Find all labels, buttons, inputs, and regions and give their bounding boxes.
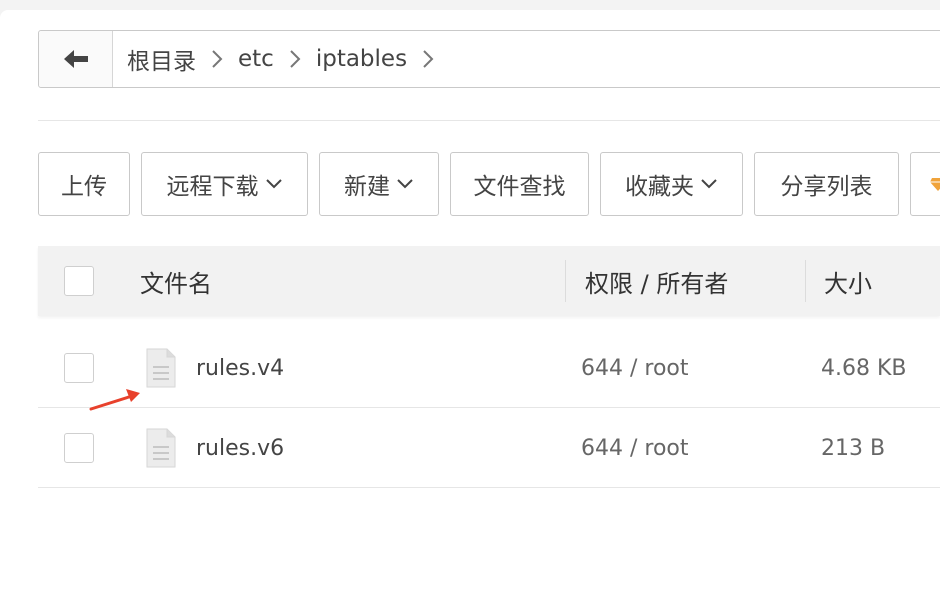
- favorites-button[interactable]: 收藏夹: [600, 152, 743, 216]
- breadcrumb: 根目录 etc iptables: [38, 30, 940, 88]
- file-name[interactable]: rules.v6: [196, 408, 284, 488]
- breadcrumb-item-iptables[interactable]: iptables: [316, 46, 407, 72]
- row-checkbox[interactable]: [64, 433, 94, 463]
- row-checkbox[interactable]: [64, 353, 94, 383]
- file-size: 213 B: [821, 435, 886, 461]
- file-permission: 644 / root: [581, 435, 689, 461]
- chevron-right-icon: [196, 49, 238, 69]
- annotation-arrow-icon: [89, 389, 140, 411]
- chevron-down-icon: [396, 178, 414, 190]
- back-button[interactable]: [39, 31, 113, 87]
- chevron-down-icon: [265, 178, 283, 190]
- chevron-down-icon: [700, 178, 718, 190]
- pro-button[interactable]: [910, 152, 940, 216]
- file-name[interactable]: rules.v4: [196, 328, 284, 408]
- header-filename[interactable]: 文件名: [140, 246, 212, 316]
- upload-button[interactable]: 上传: [38, 152, 130, 216]
- table-row[interactable]: rules.v6 644 / root 213 B: [38, 408, 940, 488]
- file-search-button[interactable]: 文件查找: [450, 152, 589, 216]
- diamond-icon: [930, 178, 940, 191]
- file-icon: [146, 348, 176, 388]
- chevron-right-icon: [407, 49, 449, 69]
- breadcrumb-item-root[interactable]: 根目录: [127, 42, 196, 76]
- table-row[interactable]: rules.v4 644 / root 4.68 KB: [38, 328, 940, 408]
- toolbar: 上传 远程下载 新建 文件查找 收藏夹 分享列表: [38, 152, 940, 216]
- divider: [38, 120, 940, 121]
- new-button[interactable]: 新建: [319, 152, 439, 216]
- file-permission: 644 / root: [581, 355, 689, 381]
- breadcrumb-item-etc[interactable]: etc: [238, 46, 274, 72]
- remote-download-button[interactable]: 远程下载: [141, 152, 308, 216]
- header-permission-owner[interactable]: 权限 / 所有者: [585, 246, 728, 316]
- arrow-left-icon: [63, 50, 88, 68]
- select-all-checkbox[interactable]: [64, 266, 94, 296]
- file-size: 4.68 KB: [821, 355, 907, 381]
- file-icon: [146, 428, 176, 468]
- column-divider: [565, 260, 566, 302]
- column-divider: [805, 260, 806, 302]
- share-list-button[interactable]: 分享列表: [754, 152, 899, 216]
- table-header: 文件名 权限 / 所有者 大小: [38, 246, 940, 316]
- header-size[interactable]: 大小: [824, 246, 872, 316]
- chevron-right-icon: [274, 49, 316, 69]
